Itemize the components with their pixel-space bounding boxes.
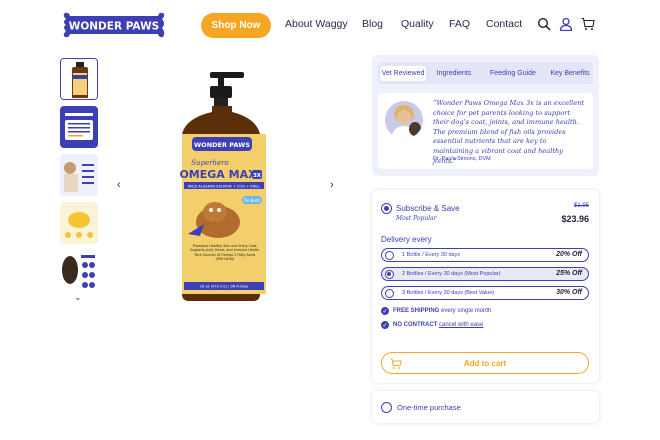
tab-feeding-guide[interactable]: Feeding Guide [490,66,536,81]
tab-key-benefits[interactable]: Key Benefits [548,66,592,81]
thumbnail-product-bottle[interactable] [60,58,98,100]
shop-now-button[interactable]: Shop Now [201,13,271,38]
nav-about-waggy[interactable]: About Waggy [285,18,348,30]
add-to-cart-button[interactable]: Add to cart [381,352,589,374]
vet-review-card: “Wonder Paws Omega Max 3x is an excellen… [378,93,593,169]
thumbnail-dog-photo[interactable] [60,154,98,196]
check-icon: ✓ [381,321,389,329]
check-icon: ✓ [381,307,389,315]
one-time-label: One-time purchase [397,403,461,412]
perk-no-contract: NO CONTRACT cancel with ease [393,322,483,328]
review-panel: Vet Reviewed Ingredients Feeding Guide K… [372,55,599,176]
nav-faq[interactable]: FAQ [449,18,470,30]
nav-contact[interactable]: Contact [486,18,522,30]
user-icon[interactable] [559,17,573,31]
delivery-option-label: 1 Bottle / Every 30 days [402,252,461,258]
perk-bold: NO CONTRACT [393,322,438,328]
subscribe-panel: Subscribe & Save Most Popular $1.95 $23.… [372,190,599,383]
vet-avatar [385,101,423,139]
delivery-option-radio[interactable] [385,269,394,279]
chevron-left-icon[interactable]: ‹ [117,179,121,191]
tab-vet-reviewed[interactable]: Vet Reviewed [380,66,426,81]
delivery-option-label: 3 Bottles / Every 30 days (Best Value) [402,290,495,296]
chevron-right-icon[interactable]: › [330,179,334,191]
vet-name: Dr. Paula Simons, DVM [433,156,491,162]
subscribe-radio[interactable] [381,203,392,214]
add-to-cart-label: Add to cart [463,359,507,368]
site-header: WONDER PAWS Shop Now About Waggy Blog Qu… [0,0,660,50]
label-subline: WILD ALASKAN SALMON + COD + KRILL [188,185,260,189]
delivery-option-discount: 25% Off [556,270,582,277]
delivery-option-radio[interactable] [385,250,394,260]
price-subscribe: $23.96 [561,214,589,224]
label-brand: WONDER PAWS [194,141,250,149]
delivery-option-discount: 20% Off [556,251,582,258]
chevron-down-icon[interactable]: ⌄ [74,292,82,303]
most-popular-label: Most Popular [396,215,437,222]
logo[interactable]: WONDER PAWS [60,11,168,39]
label-badge: 3X [253,173,262,179]
thumbnail-nutrition-chart[interactable] [60,106,98,148]
delivery-option-label: 2 Bottles / Every 30 days (Most Popular) [402,271,501,277]
tab-ingredients[interactable]: Ingredients [434,66,474,81]
delivery-option-discount: 30% Off [556,289,582,296]
logo-text: WONDER PAWS [69,21,159,33]
delivery-title: Delivery every [381,235,432,244]
delivery-option-1[interactable]: 1 Bottle / Every 30 days 20% Off [381,248,589,262]
thumbnail-omega-capsule[interactable] [60,202,98,244]
delivery-option-2[interactable]: 2 Bottles / Every 30 days (Most Popular)… [381,267,589,281]
subscribe-title: Subscribe & Save [396,204,460,213]
one-time-purchase-panel[interactable]: One-time purchase [372,391,599,423]
delivery-option-3[interactable]: 3 Bottles / Every 30 days (Best Value) 3… [381,286,589,300]
label-benefits: Promotes Healthy Skin and Shiny Coat, Su… [189,244,261,262]
search-icon[interactable] [537,17,551,31]
price-original: $1.95 [573,203,589,209]
cart-icon[interactable] [581,17,595,31]
thumbnail-dog-benefits[interactable] [60,250,98,292]
nav-blog[interactable]: Blog [362,18,383,30]
nav-quality[interactable]: Quality [401,18,434,30]
label-sticker: Fin Bath [244,198,261,203]
one-time-radio[interactable] [381,402,392,413]
cancel-link[interactable]: cancel with ease [439,322,483,328]
product-image: WONDER PAWS Superhero OMEGA MAX 3X WILD … [170,72,280,302]
review-tabs: Vet Reviewed Ingredients Feeding Guide K… [378,62,593,84]
label-product-name: OMEGA MAX [179,168,257,181]
delivery-option-radio[interactable] [385,288,394,298]
perk-text: every single month [439,308,492,314]
label-tagline: Superhero [191,159,229,167]
perk-bold: FREE SHIPPING [393,308,440,314]
perk-free-shipping: FREE SHIPPING every single month [393,308,491,314]
label-size: 16 oz (473 mL) | 96 Pumps [200,285,249,289]
